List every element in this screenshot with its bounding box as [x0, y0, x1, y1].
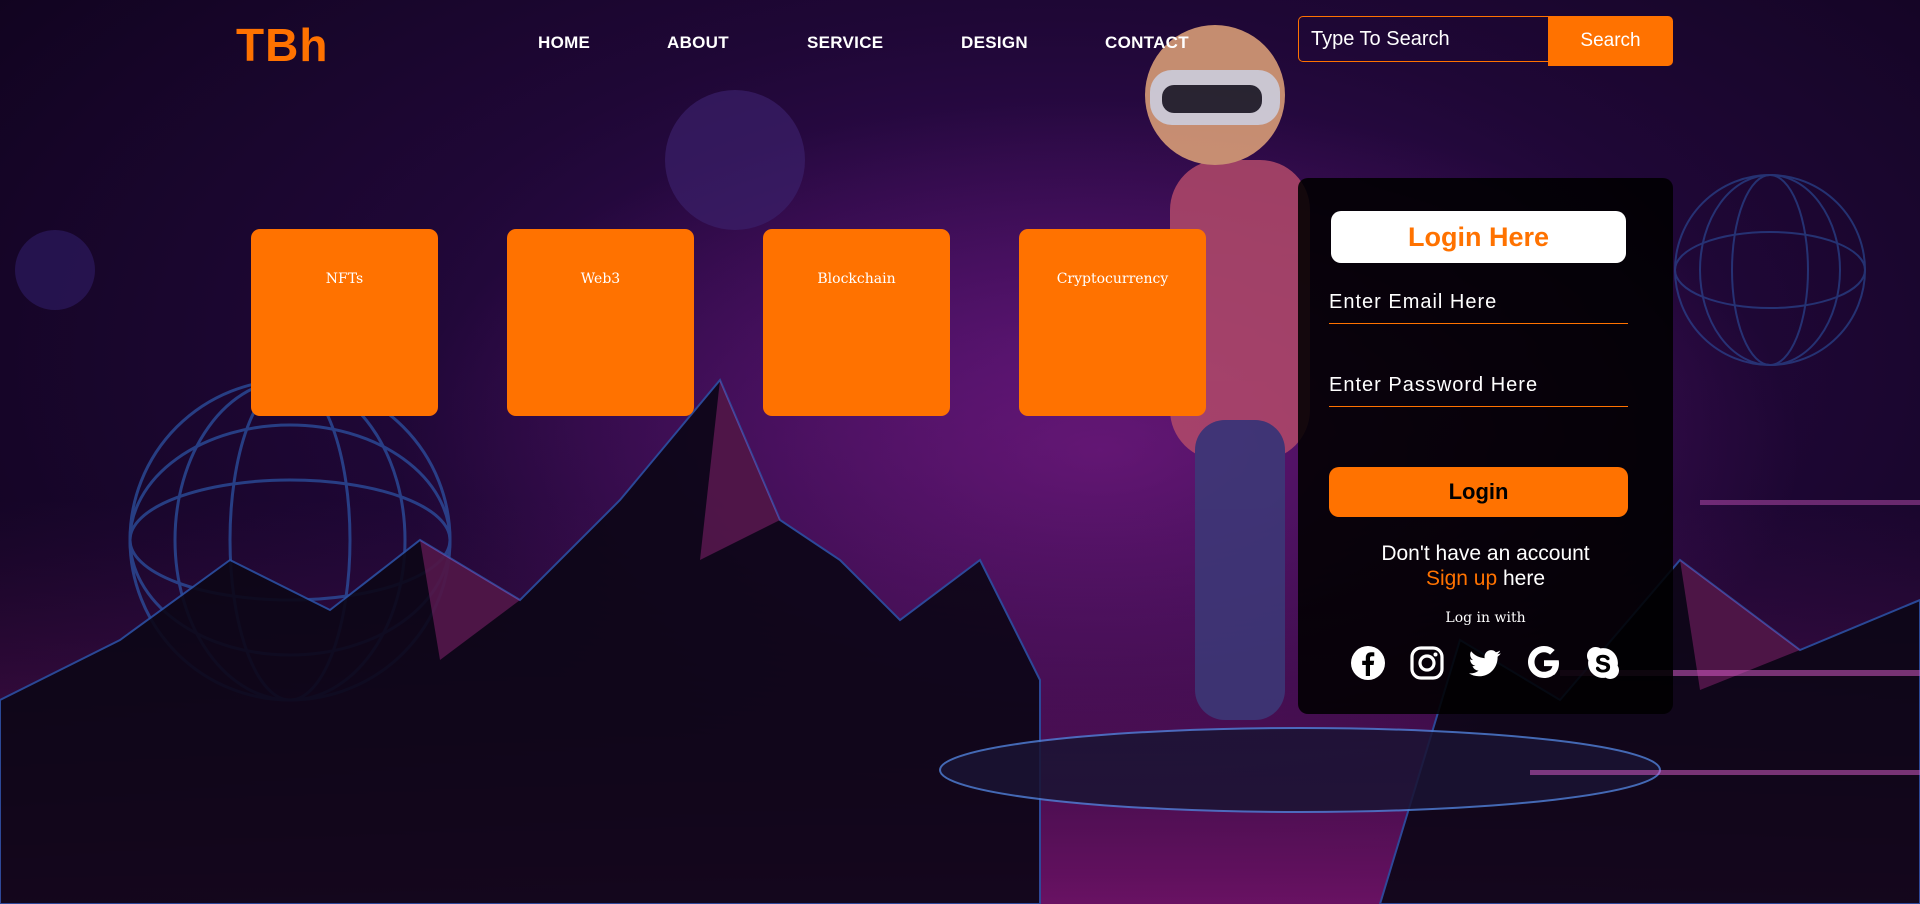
login-panel: Login Here Login Don't have an account S… — [1298, 178, 1673, 714]
social-login-icons — [1350, 645, 1632, 681]
nav-home[interactable]: HOME — [538, 33, 590, 53]
log-in-with-label: Log in with — [1445, 610, 1526, 626]
skype-icon[interactable] — [1585, 645, 1621, 681]
facebook-icon[interactable] — [1350, 645, 1386, 681]
card-cryptocurrency[interactable]: Cryptocurrency — [1019, 229, 1206, 416]
email-field[interactable] — [1329, 282, 1628, 324]
password-field[interactable] — [1329, 365, 1628, 407]
brand-logo[interactable]: TBh — [236, 18, 328, 72]
search-input[interactable] — [1298, 16, 1548, 62]
signup-link[interactable]: Sign up — [1426, 567, 1497, 590]
card-label: Blockchain — [817, 271, 896, 287]
login-title: Login Here — [1331, 211, 1626, 263]
search-bar: Search — [1298, 16, 1673, 66]
card-blockchain[interactable]: Blockchain — [763, 229, 950, 416]
card-label: Web3 — [580, 271, 621, 287]
top-header: TBh HOME ABOUT SERVICE DESIGN CONTACT Se… — [0, 0, 1920, 90]
nav-contact[interactable]: CONTACT — [1105, 33, 1189, 53]
signup-prompt: Don't have an account Sign up here — [1298, 541, 1673, 591]
card-nfts[interactable]: NFTs — [251, 229, 438, 416]
instagram-icon[interactable] — [1409, 645, 1445, 681]
nav-about[interactable]: ABOUT — [667, 33, 729, 53]
card-label: Cryptocurrency — [1056, 271, 1169, 287]
signup-suffix: here — [1497, 567, 1546, 590]
no-account-text: Don't have an account — [1381, 542, 1590, 565]
card-web3[interactable]: Web3 — [507, 229, 694, 416]
search-button[interactable]: Search — [1548, 16, 1673, 66]
login-button[interactable]: Login — [1329, 467, 1628, 517]
nav-design[interactable]: DESIGN — [961, 33, 1028, 53]
twitter-icon[interactable] — [1467, 645, 1503, 681]
google-icon[interactable] — [1526, 645, 1562, 681]
card-label: NFTs — [325, 271, 364, 287]
nav-service[interactable]: SERVICE — [807, 33, 883, 53]
